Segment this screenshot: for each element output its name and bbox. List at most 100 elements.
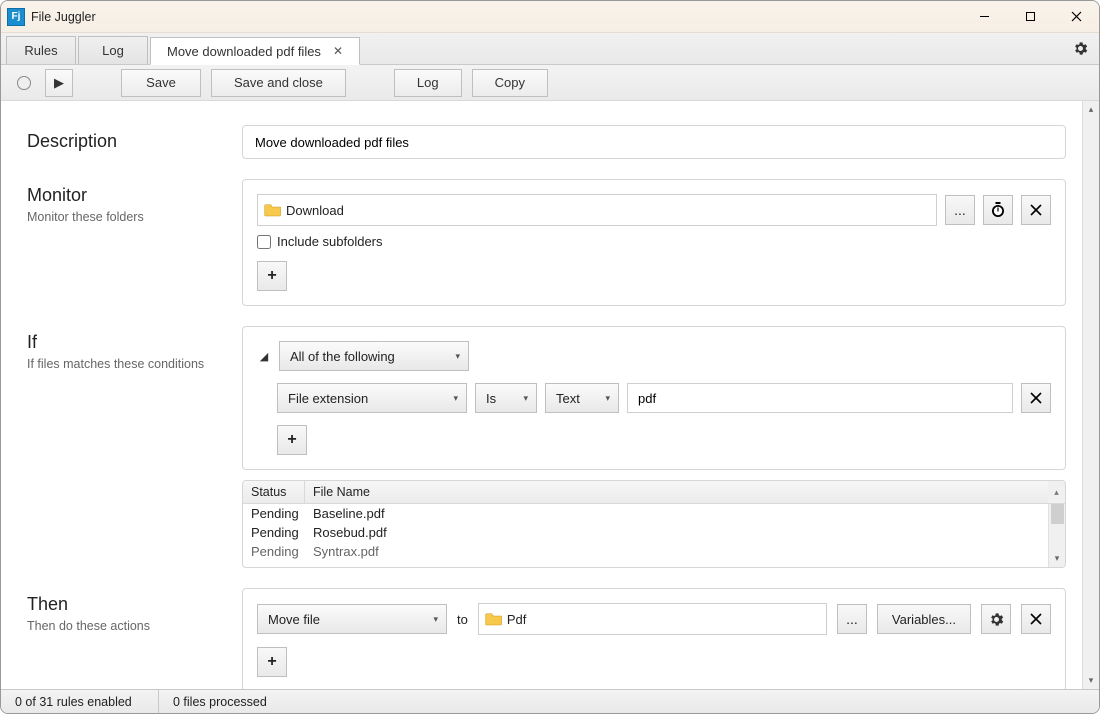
col-status-header[interactable]: Status — [243, 481, 305, 503]
match-row[interactable]: Pending Rosebud.pdf — [243, 523, 1065, 542]
status-rules: 0 of 31 rules enabled — [1, 690, 159, 713]
schedule-button[interactable] — [983, 195, 1013, 225]
remove-condition-button[interactable] — [1021, 383, 1051, 413]
log-button[interactable]: Log — [394, 69, 462, 97]
monitor-heading: Monitor — [27, 185, 242, 206]
scroll-up-icon[interactable]: ▴ — [1083, 101, 1099, 118]
include-subfolders-label: Include subfolders — [277, 234, 383, 249]
match-status: Pending — [243, 523, 305, 542]
matches-table: Status File Name ▴ Pending Baseline.pdf … — [242, 480, 1066, 568]
matches-scrollbar[interactable]: ▾ — [1048, 504, 1065, 567]
condition-field-label: File extension — [288, 391, 368, 406]
tab-log[interactable]: Log — [78, 36, 148, 64]
add-condition-button[interactable]: + — [277, 425, 307, 455]
col-filename-header[interactable]: File Name — [305, 481, 1048, 503]
enable-rule-radio[interactable] — [17, 76, 31, 90]
if-heading: If — [27, 332, 242, 353]
tab-label: Move downloaded pdf files — [167, 44, 321, 59]
settings-button[interactable] — [1072, 40, 1089, 60]
section-description: Description — [27, 125, 1066, 159]
window-controls — [961, 2, 1099, 32]
status-files: 0 files processed — [159, 690, 281, 713]
main-scrollbar[interactable]: ▴ ▾ — [1082, 101, 1099, 689]
chevron-down-icon: ▾ — [523, 393, 528, 404]
to-label: to — [457, 612, 468, 627]
condition-value-input[interactable] — [627, 383, 1013, 413]
tab-close-icon[interactable]: ✕ — [333, 44, 343, 58]
close-icon — [1030, 613, 1042, 625]
then-panel: Move file ▾ to Pdf ... Variables... — [242, 588, 1066, 689]
close-button[interactable] — [1053, 2, 1099, 32]
match-row[interactable]: Pending Baseline.pdf — [243, 504, 1065, 523]
chevron-down-icon: ▾ — [605, 393, 610, 404]
dest-folder-name: Pdf — [507, 612, 527, 627]
folder-icon — [485, 612, 503, 626]
condition-type-label: Text — [556, 391, 580, 406]
save-and-close-button[interactable]: Save and close — [211, 69, 346, 97]
if-subheading: If files matches these conditions — [27, 357, 242, 371]
description-input[interactable] — [242, 125, 1066, 159]
remove-action-button[interactable] — [1021, 604, 1051, 634]
condition-field-dropdown[interactable]: File extension ▾ — [277, 383, 467, 413]
section-monitor: Monitor Monitor these folders Download .… — [27, 179, 1066, 306]
condition-op-dropdown[interactable]: Is ▾ — [475, 383, 537, 413]
app-title: File Juggler — [31, 10, 96, 24]
close-icon — [1030, 392, 1042, 404]
monitor-subheading: Monitor these folders — [27, 210, 242, 224]
match-row[interactable]: Pending Syntrax.pdf — [243, 542, 1065, 561]
scrollbar-thumb[interactable] — [1051, 504, 1064, 524]
group-mode-dropdown[interactable]: All of the following ▾ — [279, 341, 469, 371]
condition-type-dropdown[interactable]: Text ▾ — [545, 383, 619, 413]
section-if: If If files matches these conditions ◢ A… — [27, 326, 1066, 568]
description-heading: Description — [27, 131, 242, 152]
add-monitor-button[interactable]: + — [257, 261, 287, 291]
toolbar: ▶ Save Save and close Log Copy — [1, 65, 1099, 101]
match-filename: Syntrax.pdf — [305, 542, 1065, 561]
tabstrip: Rules Log Move downloaded pdf files ✕ — [1, 33, 1099, 65]
include-subfolders-checkbox[interactable] — [257, 235, 271, 249]
matches-scroll-up[interactable]: ▴ — [1048, 481, 1065, 503]
browse-folder-button[interactable]: ... — [945, 195, 975, 225]
browse-dest-button[interactable]: ... — [837, 604, 867, 634]
tab-label: Rules — [24, 43, 57, 58]
folder-icon — [264, 203, 282, 217]
app-icon: Fj — [7, 8, 25, 26]
stopwatch-icon — [991, 202, 1005, 218]
condition-op-label: Is — [486, 391, 496, 406]
include-subfolders-row[interactable]: Include subfolders — [257, 234, 1051, 249]
monitor-folder-name: Download — [286, 203, 344, 218]
then-subheading: Then do these actions — [27, 619, 242, 633]
match-status: Pending — [243, 542, 305, 561]
matches-header: Status File Name ▴ — [243, 481, 1065, 504]
matches-body[interactable]: Pending Baseline.pdf Pending Rosebud.pdf… — [243, 504, 1065, 567]
statusbar: 0 of 31 rules enabled 0 files processed — [1, 689, 1099, 713]
collapse-icon[interactable]: ◢ — [257, 350, 271, 363]
maximize-button[interactable] — [1007, 2, 1053, 32]
remove-monitor-button[interactable] — [1021, 195, 1051, 225]
dest-folder-input[interactable]: Pdf — [478, 603, 827, 635]
match-filename: Rosebud.pdf — [305, 523, 1065, 542]
minimize-button[interactable] — [961, 2, 1007, 32]
if-panel: ◢ All of the following ▾ File extension … — [242, 326, 1066, 470]
match-status: Pending — [243, 504, 305, 523]
tab-rules[interactable]: Rules — [6, 36, 76, 64]
group-mode-label: All of the following — [290, 349, 395, 364]
monitor-folder-input[interactable]: Download — [257, 194, 937, 226]
action-label: Move file — [268, 612, 320, 627]
content-area: Description Monitor Monitor these folder… — [1, 101, 1099, 689]
app-window: Fj File Juggler Rules Log Move downloade… — [0, 0, 1100, 714]
save-button[interactable]: Save — [121, 69, 201, 97]
action-settings-button[interactable] — [981, 604, 1011, 634]
matches-scroll-down[interactable]: ▾ — [1049, 550, 1065, 567]
chevron-down-icon: ▾ — [455, 351, 460, 362]
copy-button[interactable]: Copy — [472, 69, 548, 97]
run-button[interactable]: ▶ — [45, 69, 73, 97]
match-filename: Baseline.pdf — [305, 504, 1065, 523]
monitor-panel: Download ... Include s — [242, 179, 1066, 306]
chevron-down-icon: ▾ — [453, 393, 458, 404]
add-action-button[interactable]: + — [257, 647, 287, 677]
scroll-down-icon[interactable]: ▾ — [1083, 672, 1099, 689]
tab-rule-editor[interactable]: Move downloaded pdf files ✕ — [150, 37, 360, 65]
action-dropdown[interactable]: Move file ▾ — [257, 604, 447, 634]
variables-button[interactable]: Variables... — [877, 604, 971, 634]
